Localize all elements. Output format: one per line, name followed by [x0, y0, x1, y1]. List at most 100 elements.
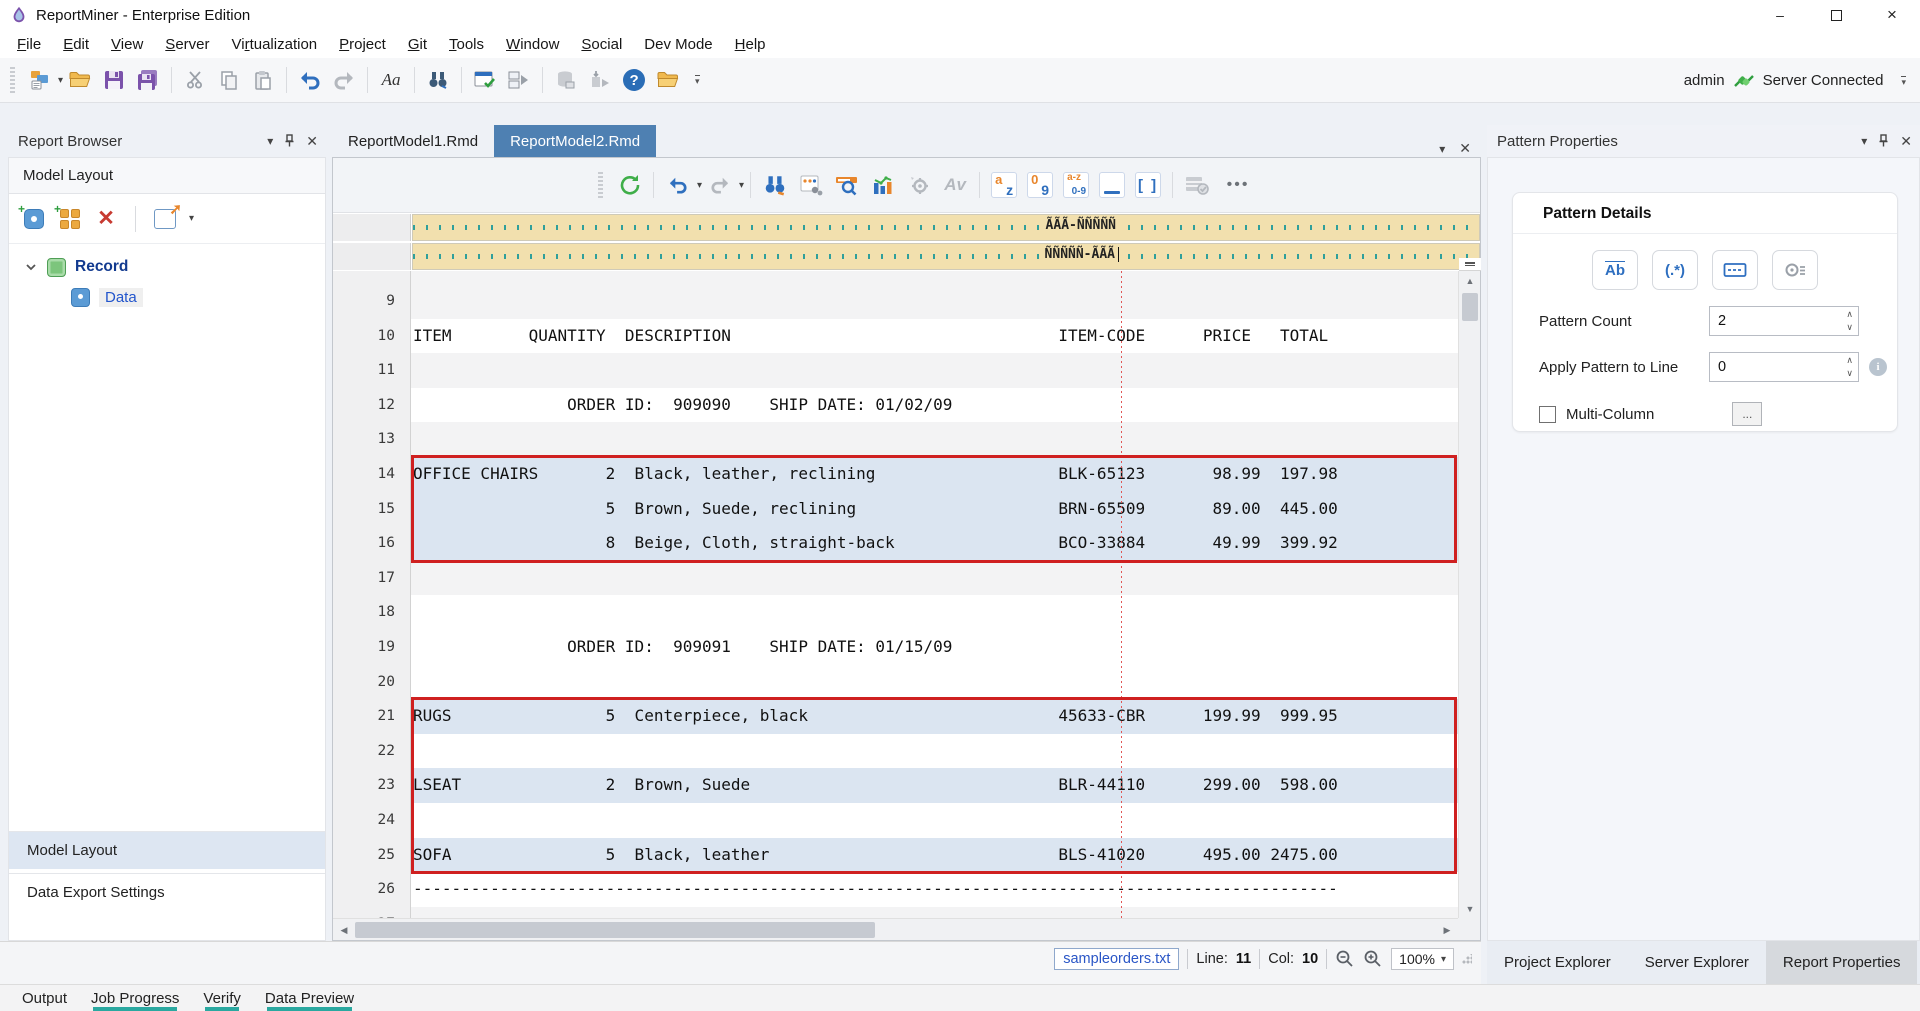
scroll-down-arrow[interactable]: ▼	[1459, 899, 1481, 919]
doc-line[interactable]: 13	[333, 422, 1458, 457]
nav-data-export-settings[interactable]: Data Export Settings	[9, 873, 325, 911]
tab-report-properties[interactable]: Report Properties	[1766, 941, 1918, 984]
data-node-label[interactable]: Data	[99, 288, 143, 307]
regex-pattern-button[interactable]: (.*)	[1652, 250, 1698, 290]
character-pattern-button[interactable]: Ab	[1592, 250, 1638, 290]
splitter-handle-icon[interactable]	[1459, 258, 1481, 271]
document-view[interactable]: 9 10ITEM QUANTITY DESCRIPTION ITEM-CODE …	[333, 271, 1458, 919]
menu-file[interactable]: File	[6, 32, 52, 57]
vertical-scroll-thumb[interactable]	[1462, 293, 1478, 321]
panel-menu-icon[interactable]: ▾	[267, 134, 273, 148]
blank-pattern-icon[interactable]	[1097, 170, 1127, 200]
menu-edit[interactable]: Edit	[52, 32, 100, 57]
menu-tools[interactable]: Tools	[438, 32, 495, 57]
pattern-text-2[interactable]: ÑÑÑÑÑ-ÃÃÃ	[1042, 247, 1119, 262]
new-model-icon[interactable]	[25, 65, 55, 95]
tree-node-record[interactable]: Record	[9, 252, 325, 282]
alnum-pattern-icon[interactable]: a-z0-9	[1061, 170, 1091, 200]
menu-view[interactable]: View	[100, 32, 154, 57]
chevron-down-icon[interactable]	[23, 259, 39, 275]
tab-reportmodel2[interactable]: ReportModel2.Rmd	[494, 125, 656, 157]
open-folder-icon[interactable]	[65, 65, 95, 95]
scroll-right-arrow[interactable]: ▶	[1436, 919, 1458, 941]
tab-verify[interactable]: Verify	[191, 985, 253, 1011]
close-button[interactable]: ×	[1864, 0, 1920, 30]
maximize-button[interactable]	[1808, 0, 1864, 30]
horizontal-scroll-thumb[interactable]	[355, 922, 875, 938]
tab-server-explorer[interactable]: Server Explorer	[1628, 941, 1766, 984]
panel-close-icon[interactable]: ✕	[1900, 133, 1912, 150]
editor-find-icon[interactable]	[760, 170, 790, 200]
doc-line[interactable]: 20	[333, 665, 1458, 700]
analyze-chart-icon[interactable]	[868, 170, 898, 200]
zoom-in-icon[interactable]	[1363, 949, 1383, 969]
toolbar-overflow-button[interactable]: ▾	[695, 75, 700, 85]
number-pattern-icon[interactable]: 09	[1025, 170, 1055, 200]
editor-undo-icon[interactable]	[663, 170, 693, 200]
horizontal-scrollbar[interactable]: ◀ ▶	[333, 918, 1458, 940]
toolbar-more-icon[interactable]: •••	[1218, 170, 1258, 200]
menu-dev-mode[interactable]: Dev Mode	[633, 32, 723, 57]
panel-menu-icon[interactable]: ▾	[1861, 134, 1867, 148]
record-node-label[interactable]: Record	[75, 258, 128, 276]
add-data-region-button[interactable]: +	[21, 206, 47, 232]
pattern-count-input[interactable]: 2 ∧∨	[1709, 306, 1859, 336]
undo-dropdown[interactable]: ▾	[697, 180, 702, 191]
menu-social[interactable]: Social	[570, 32, 633, 57]
scroll-up-arrow[interactable]: ▲	[1459, 271, 1481, 291]
menu-window[interactable]: Window	[495, 32, 570, 57]
tab-data-preview[interactable]: Data Preview	[253, 985, 366, 1011]
tab-project-explorer[interactable]: Project Explorer	[1487, 941, 1628, 984]
nav-model-layout[interactable]: Model Layout	[9, 831, 325, 869]
tab-list-icon[interactable]: ▾	[1439, 142, 1445, 156]
copy-icon[interactable]	[214, 65, 244, 95]
zoom-out-icon[interactable]	[1335, 949, 1355, 969]
new-model-dropdown[interactable]: ▾	[58, 75, 63, 86]
search-pattern-icon[interactable]	[832, 170, 862, 200]
find-icon[interactable]	[423, 65, 453, 95]
doc-line[interactable]: 17	[333, 561, 1458, 596]
minimize-button[interactable]: –	[1752, 0, 1808, 30]
editor-redo-icon[interactable]	[705, 170, 735, 200]
font-icon[interactable]: Aa	[376, 65, 406, 95]
spin-down-icon[interactable]: ∨	[1846, 367, 1853, 380]
undo-icon[interactable]	[295, 65, 325, 95]
doc-line[interactable]: 10ITEM QUANTITY DESCRIPTION ITEM-CODE PR…	[333, 319, 1458, 354]
zoom-level-select[interactable]: 100%▾	[1391, 948, 1454, 970]
export-dropdown[interactable]: ▾	[189, 213, 194, 224]
doc-line[interactable]: 9	[333, 284, 1458, 319]
paste-icon[interactable]	[248, 65, 278, 95]
multi-column-more-button[interactable]: ...	[1732, 402, 1762, 426]
text-pattern-icon[interactable]: az	[989, 170, 1019, 200]
menu-git[interactable]: Git	[397, 32, 438, 57]
model-preview-icon[interactable]	[504, 65, 534, 95]
pin-icon[interactable]	[1877, 134, 1890, 148]
pattern-config-icon[interactable]	[796, 170, 826, 200]
keyboard-pattern-button[interactable]	[1712, 250, 1758, 290]
tab-output[interactable]: Output	[10, 985, 79, 1011]
doc-line[interactable]: 18	[333, 595, 1458, 630]
menu-virtualization[interactable]: Virtualization	[221, 32, 329, 57]
export-button[interactable]: ➚	[152, 206, 178, 232]
spin-up-icon[interactable]: ∧	[1846, 354, 1853, 367]
tab-reportmodel1[interactable]: ReportModel1.Rmd	[332, 125, 494, 157]
redo-dropdown[interactable]: ▾	[739, 180, 744, 191]
save-icon[interactable]	[99, 65, 129, 95]
panel-close-icon[interactable]: ✕	[306, 133, 318, 150]
menu-help[interactable]: Help	[724, 32, 777, 57]
bracket-pattern-icon[interactable]: [ ]	[1133, 170, 1163, 200]
tab-job-progress[interactable]: Job Progress	[79, 985, 191, 1011]
tree-node-data[interactable]: Data	[9, 282, 325, 312]
scroll-left-arrow[interactable]: ◀	[333, 919, 355, 941]
redo-icon[interactable]	[329, 65, 359, 95]
spin-down-icon[interactable]: ∨	[1846, 321, 1853, 334]
resize-grip[interactable]	[1462, 954, 1472, 964]
spin-up-icon[interactable]: ∧	[1846, 308, 1853, 321]
toolbar-right-overflow[interactable]: ▾	[1901, 76, 1906, 86]
menu-server[interactable]: Server	[154, 32, 220, 57]
pattern-band-1[interactable]: ÃÃÃ-ÑÑÑÑÑ	[333, 214, 1480, 241]
browse-folder-icon[interactable]	[653, 65, 683, 95]
menu-project[interactable]: Project	[328, 32, 397, 57]
doc-line[interactable]: 26--------------------------------------…	[333, 872, 1458, 907]
pattern-text-1[interactable]: ÃÃÃ-ÑÑÑÑÑ	[1043, 218, 1119, 233]
